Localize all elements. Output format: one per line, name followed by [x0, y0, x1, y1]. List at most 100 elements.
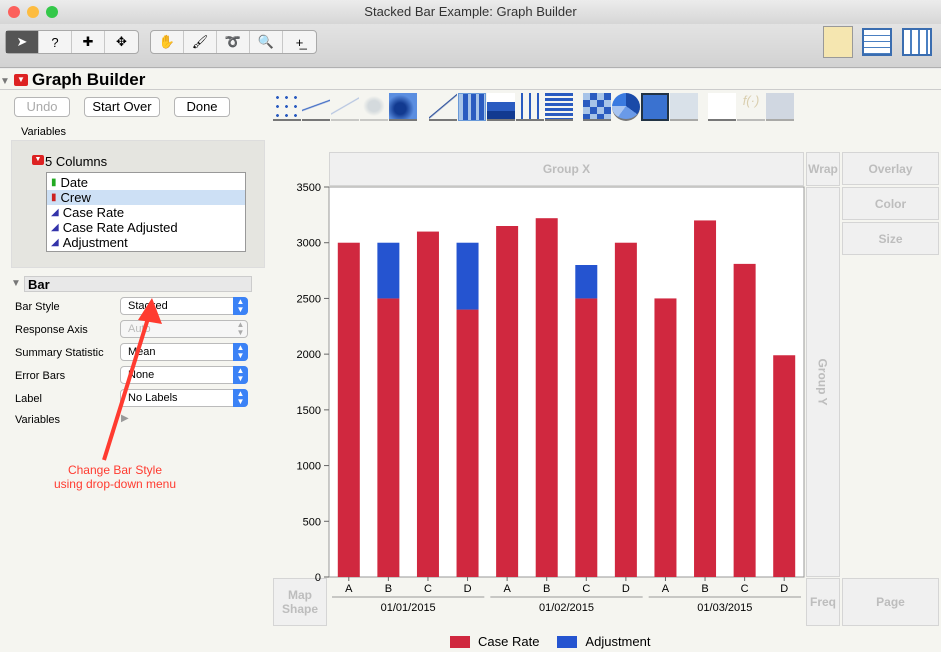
group-label: 01/02/2015 — [539, 602, 594, 614]
y-tick-label: 0 — [315, 572, 321, 584]
histogram-icon[interactable] — [545, 93, 573, 121]
legend-swatch-adjustment — [557, 635, 578, 648]
lasso-icon[interactable]: ➰ — [217, 31, 250, 53]
toolbar: ➤ ? ✚ ✥ ✋ 🖌 ➰ 🔍 +̲ — [0, 24, 941, 68]
collapse-triangle-icon[interactable]: ▼ — [11, 278, 21, 289]
move-icon[interactable]: ✥ — [105, 31, 138, 53]
column-item-case-rate[interactable]: ◢ Case Rate — [47, 205, 245, 220]
bar-case-rate — [575, 298, 598, 577]
x-tick-label: C — [741, 583, 749, 595]
bar-case-rate — [456, 309, 479, 577]
x-tick-label: D — [464, 583, 472, 595]
x-tick-label: C — [582, 583, 590, 595]
brush-icon[interactable]: 🖌 — [184, 31, 217, 53]
area-icon[interactable] — [487, 93, 515, 121]
columns-panel: ▼ 5 Columns ▮ Date ▮ Crew ◢ Case Rate ◢ Case… — [11, 140, 265, 268]
columns-icon[interactable] — [902, 28, 932, 56]
magnifier-icon[interactable]: 🔍 — [250, 31, 283, 53]
close-window-button[interactable] — [8, 6, 20, 18]
bar-icon[interactable] — [458, 93, 486, 121]
annotate-icon[interactable]: +̲ — [283, 31, 316, 53]
label-label: Label — [15, 393, 42, 405]
undo-button[interactable]: Undo — [14, 97, 70, 117]
page-zone[interactable]: Page — [842, 578, 939, 626]
x-tick-label: B — [543, 583, 550, 595]
panel-title: Graph Builder — [32, 70, 146, 89]
hand-icon[interactable]: ✋ — [151, 31, 184, 53]
red-triangle-menu-icon[interactable]: ▼ — [14, 74, 28, 86]
help-icon[interactable]: ? — [39, 31, 72, 53]
continuous-icon: ◢ — [51, 222, 59, 233]
x-tick-label: A — [345, 583, 353, 595]
line-icon[interactable] — [429, 93, 457, 121]
mosaic-icon[interactable] — [670, 93, 698, 121]
jmp-script-icon[interactable] — [823, 26, 853, 58]
bar-adjustment — [456, 242, 479, 310]
bar-case-rate — [733, 263, 756, 577]
done-button[interactable]: Done — [174, 97, 230, 117]
zoom-window-button[interactable] — [46, 6, 58, 18]
column-item-crew[interactable]: ▮ Crew — [47, 190, 245, 205]
bar-case-rate — [496, 226, 519, 577]
bar-case-rate — [535, 218, 558, 577]
points-icon[interactable] — [273, 93, 301, 121]
bar-style-label: Bar Style — [15, 301, 60, 313]
y-tick-label: 500 — [303, 516, 321, 528]
column-item-adjustment[interactable]: ◢ Adjustment — [47, 235, 245, 250]
x-tick-label: C — [424, 583, 432, 595]
response-axis-label: Response Axis — [15, 324, 88, 336]
column-item-case-rate-adjusted[interactable]: ◢ Case Rate Adjusted — [47, 220, 245, 235]
error-bars-label: Error Bars — [15, 370, 66, 382]
overlay-zone[interactable]: Overlay — [842, 152, 939, 185]
contour-icon[interactable] — [389, 93, 417, 121]
bar-chart[interactable]: 0 500 1000 1500 2000 2500 3000 3500 A B C D A B C D A B C D… — [270, 178, 810, 618]
arrow-icon[interactable]: ➤ — [6, 31, 39, 53]
group-label: 01/01/2015 — [381, 602, 436, 614]
freq-zone[interactable]: Freq — [806, 578, 840, 626]
chevron-updown-icon: ▲ ▼ — [233, 343, 248, 361]
x-tick-label: B — [701, 583, 708, 595]
data-table-icon[interactable] — [862, 28, 892, 56]
tool-group-1: ➤ ? ✚ ✥ — [5, 30, 139, 54]
y-tick-label: 2500 — [297, 293, 321, 305]
legend-label-adjustment: Adjustment — [585, 634, 651, 649]
bar-case-rate — [654, 298, 677, 577]
minimize-window-button[interactable] — [27, 6, 39, 18]
crosshair-icon[interactable]: ✚ — [72, 31, 105, 53]
y-tick-label: 1000 — [297, 461, 321, 473]
chevron-updown-icon: ▲ ▼ — [233, 389, 248, 407]
plot-area — [328, 186, 805, 578]
bar-case-rate — [337, 242, 360, 577]
caption-box-icon[interactable] — [708, 93, 736, 121]
x-tick-label: D — [622, 583, 630, 595]
bar-case-rate — [614, 242, 637, 577]
heatmap-icon[interactable] — [583, 93, 611, 121]
chevron-updown-icon: ▲ ▼ — [233, 297, 248, 315]
start-over-button[interactable]: Start Over — [84, 97, 160, 117]
size-zone[interactable]: Size — [842, 222, 939, 255]
box-plot-icon[interactable] — [516, 93, 544, 121]
line-of-fit-icon[interactable] — [331, 93, 359, 121]
columns-list[interactable]: ▮ Date ▮ Crew ◢ Case Rate ◢ Case Rate Adjust… — [46, 172, 246, 252]
bar-case-rate — [694, 220, 717, 577]
formula-icon[interactable]: f(·) — [737, 93, 765, 121]
y-tick-label: 3000 — [297, 238, 321, 250]
collapse-triangle-icon[interactable]: ▼ — [0, 76, 10, 87]
wrap-zone[interactable]: Wrap — [806, 152, 840, 186]
map-shapes-icon[interactable] — [766, 93, 794, 121]
ellipse-icon[interactable] — [360, 93, 388, 121]
column-item-date[interactable]: ▮ Date — [47, 175, 245, 190]
smoother-icon[interactable] — [302, 93, 330, 121]
pie-icon[interactable] — [612, 93, 640, 121]
continuous-icon: ◢ — [51, 237, 59, 248]
x-tick-label: A — [503, 583, 511, 595]
graph-builder-header: ▼ ▼ Graph Builder — [0, 70, 941, 90]
x-tick-label: A — [662, 583, 670, 595]
color-zone[interactable]: Color — [842, 187, 939, 220]
red-triangle-menu-icon[interactable]: ▼ — [32, 155, 44, 165]
legend-label-case-rate: Case Rate — [478, 634, 540, 649]
group-y-zone[interactable]: Group Y — [806, 187, 840, 577]
y-tick-label: 3500 — [297, 182, 321, 194]
treemap-icon[interactable] — [641, 93, 669, 121]
tool-group-2: ✋ 🖌 ➰ 🔍 +̲ — [150, 30, 317, 54]
